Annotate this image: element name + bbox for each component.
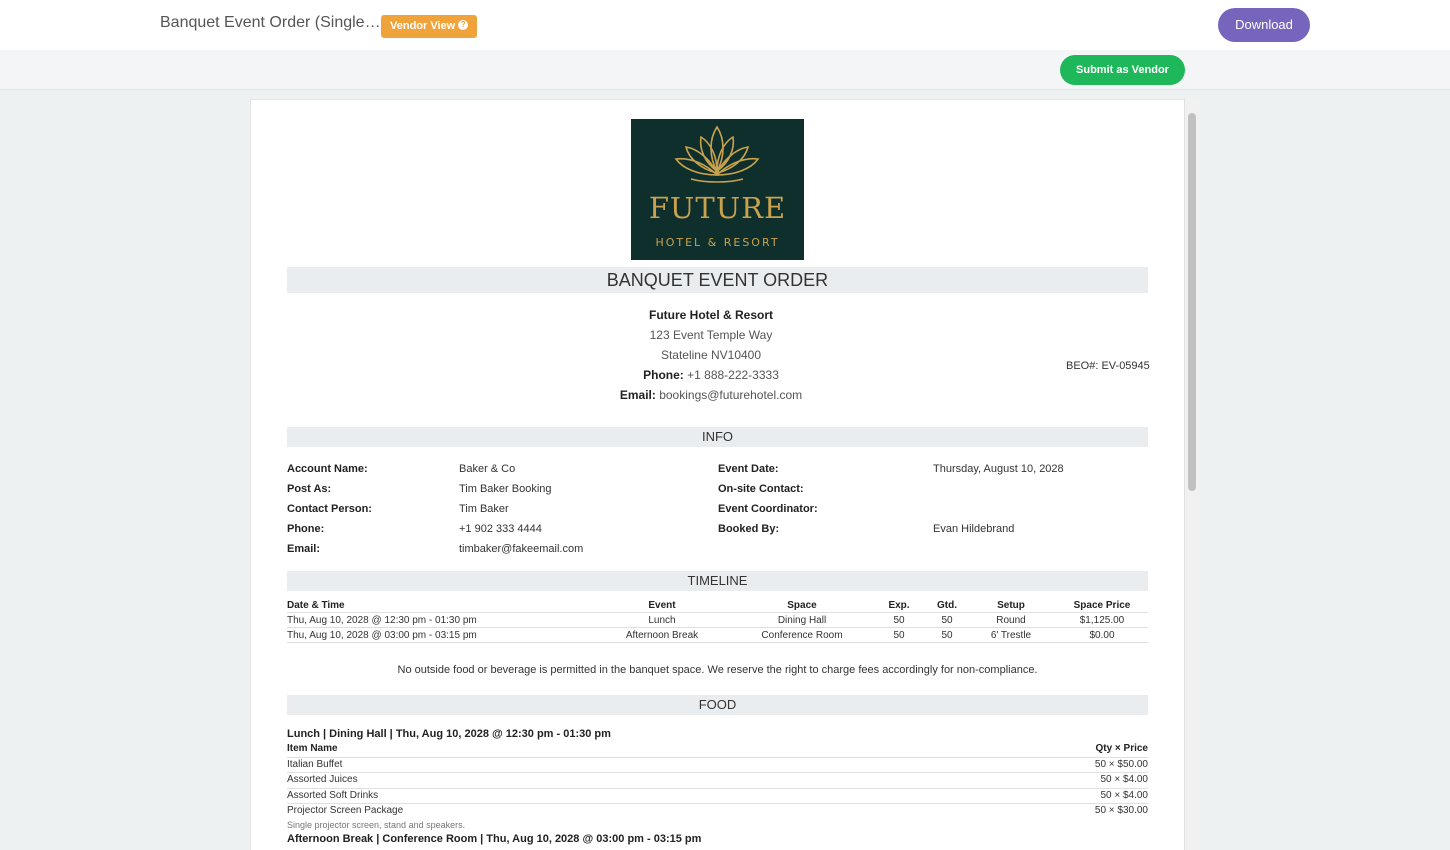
info-value: Evan Hildebrand	[933, 523, 1015, 535]
food-divider	[287, 772, 1148, 773]
timeline-space: Conference Room	[761, 630, 843, 641]
info-label: Event Date:	[718, 463, 779, 475]
action-bar: Submit as Vendor	[0, 50, 1450, 90]
beo-number: BEO#: EV-05945	[1066, 360, 1150, 372]
food-divider	[287, 788, 1148, 789]
food-item-name: Italian Buffet	[287, 759, 343, 770]
info-value: Tim Baker	[459, 503, 509, 515]
info-value: +1 902 333 4444	[459, 523, 542, 535]
logo-wordmark: FUTURE	[648, 191, 787, 225]
hotel-email: Email: bookings@futurehotel.com	[501, 388, 921, 402]
timeline-guaranteed: 50	[941, 615, 953, 626]
submit-as-vendor-button[interactable]: Submit as Vendor	[1060, 55, 1185, 85]
food-policy-notice: No outside food or beverage is permitted…	[397, 664, 1038, 676]
hotel-phone: Phone: +1 888-222-3333	[501, 368, 921, 382]
timeline-col-space: Space	[787, 600, 817, 611]
timeline-col-setup: Setup	[997, 600, 1025, 611]
vendor-view-label: Vendor View	[390, 20, 456, 32]
food-item-name: Assorted Juices	[287, 774, 358, 785]
timeline-section-header: TIMELINE	[287, 571, 1148, 591]
food-item-qty-price: 50 × $4.00	[1100, 774, 1148, 785]
food-divider	[287, 757, 1148, 758]
hotel-address-line1: 123 Event Temple Way	[649, 328, 773, 342]
help-icon[interactable]: ?	[458, 20, 469, 31]
info-label: Post As:	[287, 483, 332, 495]
timeline-space: Dining Hall	[777, 615, 827, 626]
beo-document: FUTURE HOTEL & RESORT BANQUET EVENT ORDE…	[250, 99, 1199, 850]
food-item-qty-price: 50 × $50.00	[1094, 759, 1148, 770]
phone-label: Phone:	[643, 368, 684, 382]
vendor-view-badge[interactable]: Vendor View?	[381, 15, 478, 38]
food-col-item: Item Name	[287, 743, 338, 754]
logo-subtitle: HOTEL & RESORT	[655, 236, 780, 249]
info-value: Thursday, August 10, 2028	[933, 463, 1064, 475]
timeline-guaranteed: 50	[941, 630, 953, 641]
timeline-expected: 50	[893, 615, 905, 626]
document-heading: BANQUET EVENT ORDER	[287, 267, 1148, 293]
info-label: Event Coordinator:	[718, 503, 818, 515]
download-button[interactable]: Download	[1218, 8, 1310, 42]
phone-value: +1 888-222-3333	[687, 368, 779, 382]
hotel-logo: FUTURE HOTEL & RESORT	[631, 119, 804, 260]
food-group-heading: Lunch | Dining Hall | Thu, Aug 10, 2028 …	[287, 728, 611, 740]
timeline-setup: 6' Trestle	[990, 630, 1032, 641]
info-value: Tim Baker Booking	[459, 483, 552, 495]
info-label: Contact Person:	[287, 503, 372, 515]
document-title: Banquet Event Order (Single…	[160, 14, 381, 31]
timeline-col-datetime: Date & Time	[287, 600, 345, 611]
timeline-datetime: Thu, Aug 10, 2028 @ 03:00 pm - 03:15 pm	[287, 630, 477, 641]
timeline-divider	[287, 642, 1148, 643]
timeline-col-space-price: Space Price	[1073, 600, 1131, 611]
food-item-qty-price: 50 × $30.00	[1094, 805, 1148, 816]
email-label: Email:	[619, 388, 656, 402]
timeline-col-expected: Exp.	[888, 600, 910, 611]
info-label: On-site Contact:	[718, 483, 804, 495]
food-item-note: Single projector screen, stand and speak…	[287, 820, 466, 830]
food-group-heading: Afternoon Break | Conference Room | Thu,…	[287, 833, 702, 845]
info-label: Booked By:	[718, 523, 780, 535]
timeline-divider	[287, 627, 1148, 628]
hotel-name: Future Hotel & Resort	[648, 308, 773, 322]
timeline-col-event: Event	[648, 600, 676, 611]
timeline-space-price: $1,125.00	[1079, 615, 1125, 626]
timeline-event: Afternoon Break	[625, 630, 699, 641]
scrollbar-thumb[interactable]	[1188, 113, 1196, 491]
timeline-divider	[287, 612, 1148, 613]
food-item-qty-price: 50 × $4.00	[1100, 790, 1148, 801]
lotus-icon	[674, 125, 760, 183]
info-label: Email:	[287, 543, 321, 555]
food-col-qty-price: Qty × Price	[1095, 743, 1148, 754]
document-scrollbar[interactable]	[1184, 99, 1199, 850]
info-value: timbaker@fakeemail.com	[459, 543, 584, 555]
info-label: Phone:	[287, 523, 325, 535]
timeline-col-guaranteed: Gtd.	[937, 600, 957, 611]
food-section-header: FOOD	[287, 695, 1148, 715]
hotel-address-line2: Stateline NV10400	[660, 348, 762, 362]
email-value: bookings@futurehotel.com	[659, 388, 803, 402]
timeline-expected: 50	[893, 630, 905, 641]
food-item-name: Assorted Soft Drinks	[287, 790, 379, 801]
info-value: Baker & Co	[459, 463, 516, 475]
timeline-setup: Round	[996, 615, 1026, 626]
food-item-name: Projector Screen Package	[287, 805, 404, 816]
info-section-header: INFO	[287, 427, 1148, 447]
info-label: Account Name:	[287, 463, 368, 475]
timeline-event: Lunch	[648, 615, 676, 626]
timeline-space-price: $0.00	[1089, 630, 1115, 641]
food-divider	[287, 803, 1148, 804]
timeline-datetime: Thu, Aug 10, 2028 @ 12:30 pm - 01:30 pm	[287, 615, 477, 626]
top-bar: Banquet Event Order (Single… Vendor View…	[0, 0, 1450, 50]
